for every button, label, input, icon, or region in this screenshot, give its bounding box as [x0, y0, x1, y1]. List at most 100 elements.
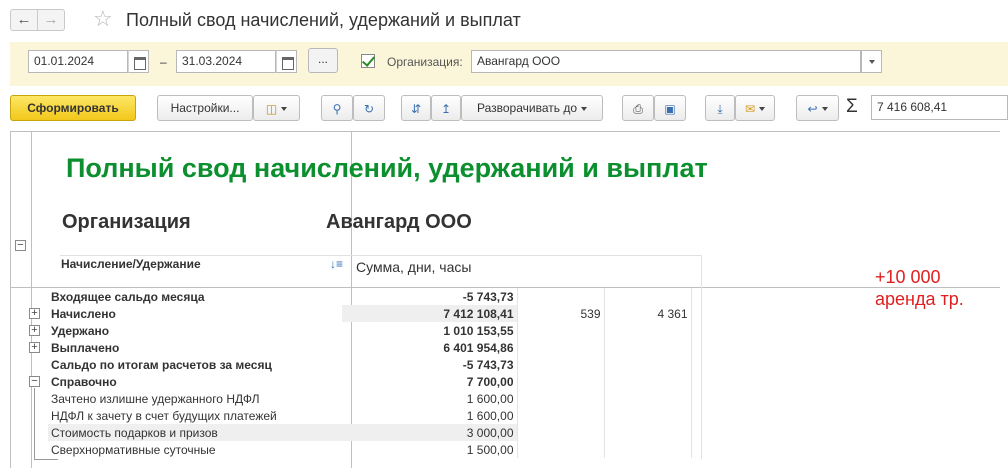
grouping-divider — [31, 131, 32, 468]
row-days — [517, 390, 605, 407]
table-row[interactable]: Справочно 7 700,00 — [48, 373, 692, 390]
expand-to-button[interactable]: Разворачивать до — [461, 95, 603, 121]
history-button[interactable]: ↩ — [796, 95, 839, 121]
row-value: 3 000,00 — [342, 424, 518, 441]
organization-caption: Организация — [62, 211, 191, 233]
chevron-down-icon — [281, 106, 288, 111]
window-title: Полный свод начислений, удержаний и выпл… — [126, 10, 521, 30]
row-label: НДФЛ к зачету в счет будущих платежей — [51, 408, 277, 423]
organization-dropdown-icon[interactable] — [861, 50, 882, 73]
grouping-divider — [10, 131, 11, 468]
table-row[interactable]: Удержано 1 010 153,55 — [48, 322, 692, 339]
table-row[interactable]: Сальдо по итогам расчетов за месяц -5 74… — [48, 356, 692, 373]
organization-checkbox[interactable] — [361, 54, 375, 68]
parameters-panel: 01.01.2024 – 31.03.2024 ... Организация:… — [10, 42, 1008, 86]
table-row[interactable]: Стоимость подарков и призов 3 000,00 — [48, 424, 692, 441]
search-button[interactable]: ⚲ — [321, 95, 353, 121]
organization-field[interactable]: Авангард ООО — [471, 50, 861, 73]
row-value: 6 401 954,86 — [342, 339, 518, 356]
row-days: 539 — [517, 305, 605, 322]
expand-to-label: Разворачивать до — [476, 101, 577, 115]
date-from-field[interactable]: 01.01.2024 — [28, 50, 128, 73]
print-button[interactable]: ⎙ — [622, 95, 654, 121]
printer-icon: ⎙ — [633, 101, 643, 116]
report-variants-icon: ◫ — [265, 101, 278, 116]
undo-arrow-icon: ↩ — [807, 101, 818, 116]
annotation-line-1: +10 000 — [875, 267, 941, 287]
column-divider — [701, 255, 702, 459]
table-row[interactable]: НДФЛ к зачету в счет будущих платежей 1 … — [48, 407, 692, 424]
row-hours — [604, 339, 692, 356]
calendar-from-icon[interactable] — [128, 50, 149, 73]
column-header-accrual: Начисление/Удержание — [61, 257, 201, 271]
sort-asc-button[interactable]: ↥ — [431, 95, 461, 121]
forward-button[interactable]: → — [37, 9, 65, 31]
row-days — [517, 441, 605, 458]
table-row[interactable]: Выплачено 6 401 954,86 — [48, 339, 692, 356]
row-label: Справочно — [51, 374, 117, 389]
report-title: Полный свод начислений, удержаний и выпл… — [66, 153, 708, 183]
variants-button[interactable]: ◫ — [253, 95, 300, 121]
sort-asc-icon: ↥ — [440, 101, 452, 116]
row-hours — [604, 441, 692, 458]
tree-line — [34, 388, 35, 459]
row-days — [517, 424, 605, 441]
row-value: 1 600,00 — [342, 390, 518, 407]
row-hours — [604, 356, 692, 373]
preview-button[interactable]: ▣ — [654, 95, 686, 121]
sort-desc-button[interactable]: ⇵ — [401, 95, 431, 121]
chevron-down-icon — [821, 106, 828, 111]
row-days — [517, 407, 605, 424]
expand-withheld-toggle[interactable]: + — [29, 325, 40, 336]
collapse-header-toggle[interactable]: − — [15, 240, 26, 251]
generate-button[interactable]: Сформировать — [10, 95, 136, 121]
print-preview-icon: ▣ — [664, 101, 676, 116]
report-table: Входящее сальдо месяца -5 743,73 Начисле… — [48, 288, 692, 458]
table-row[interactable]: Начислено 7 412 108,41 539 4 361 — [48, 305, 692, 322]
search-next-button[interactable]: ↻ — [353, 95, 385, 121]
collapse-reference-toggle[interactable]: − — [29, 376, 40, 387]
date-to-field[interactable]: 31.03.2024 — [176, 50, 276, 73]
row-label: Начислено — [51, 306, 116, 321]
row-days — [517, 322, 605, 339]
table-row[interactable]: Входящее сальдо месяца -5 743,73 — [48, 288, 692, 305]
row-value: 1 010 153,55 — [342, 322, 518, 339]
row-hours — [604, 407, 692, 424]
row-days — [517, 339, 605, 356]
table-row[interactable]: Сверхнормативные суточные 1 500,00 — [48, 441, 692, 458]
row-label: Удержано — [51, 323, 110, 338]
row-hours — [604, 424, 692, 441]
send-email-button[interactable]: ✉ — [735, 95, 775, 121]
row-label: Выплачено — [51, 340, 120, 355]
table-row[interactable]: Зачтено излишне удержанного НДФЛ 1 600,0… — [48, 390, 692, 407]
calendar-to-icon[interactable] — [276, 50, 297, 73]
row-value: 1 500,00 — [342, 441, 518, 458]
row-hours: 4 361 — [604, 305, 692, 322]
row-value: 7 412 108,41 — [342, 305, 518, 322]
sort-icon[interactable]: ↓≡ — [330, 257, 343, 271]
back-button[interactable]: ← — [10, 9, 38, 31]
organization-label: Организация: — [387, 55, 463, 69]
row-days — [517, 356, 605, 373]
report-top-border — [10, 131, 1000, 132]
row-value: -5 743,73 — [342, 288, 518, 305]
tree-line — [34, 459, 58, 460]
row-hours — [604, 390, 692, 407]
settings-button[interactable]: Настройки... — [157, 95, 253, 121]
period-select-button[interactable]: ... — [308, 48, 338, 73]
sum-field[interactable]: 7 416 608,41 — [871, 95, 1008, 120]
organization-value: Авангард ООО — [326, 211, 472, 233]
chevron-down-icon — [759, 106, 766, 111]
title-bar: ← → ☆ Полный свод начислений, удержаний … — [0, 0, 1008, 42]
search-next-icon: ↻ — [363, 101, 375, 116]
row-label: Входящее сальдо месяца — [51, 289, 205, 304]
expand-paid-toggle[interactable]: + — [29, 342, 40, 353]
download-icon: ⤓ — [717, 101, 723, 116]
expand-accrued-toggle[interactable]: + — [29, 308, 40, 319]
favorite-star-icon[interactable]: ☆ — [93, 6, 113, 32]
search-icon: ⚲ — [332, 101, 342, 116]
row-hours — [604, 373, 692, 390]
row-label: Сальдо по итогам расчетов за месяц — [51, 357, 272, 372]
sum-icon: Σ — [846, 96, 858, 117]
save-button[interactable]: ⤓ — [705, 95, 735, 121]
